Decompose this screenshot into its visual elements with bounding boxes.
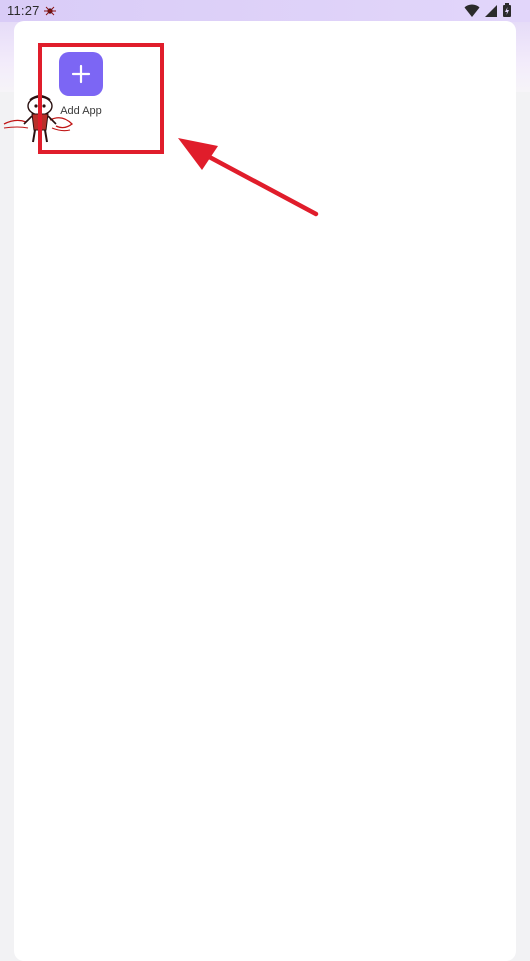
signal-icon: [485, 5, 497, 17]
annotation-arrow: [178, 138, 319, 217]
bug-notification-icon: [44, 6, 56, 16]
wifi-icon: [464, 4, 480, 17]
annotation-highlight-box: [38, 43, 164, 154]
battery-icon: [503, 3, 511, 17]
status-bar: 11:27: [0, 0, 530, 22]
status-time: 11:27: [7, 3, 40, 18]
status-icons: [460, 3, 530, 18]
